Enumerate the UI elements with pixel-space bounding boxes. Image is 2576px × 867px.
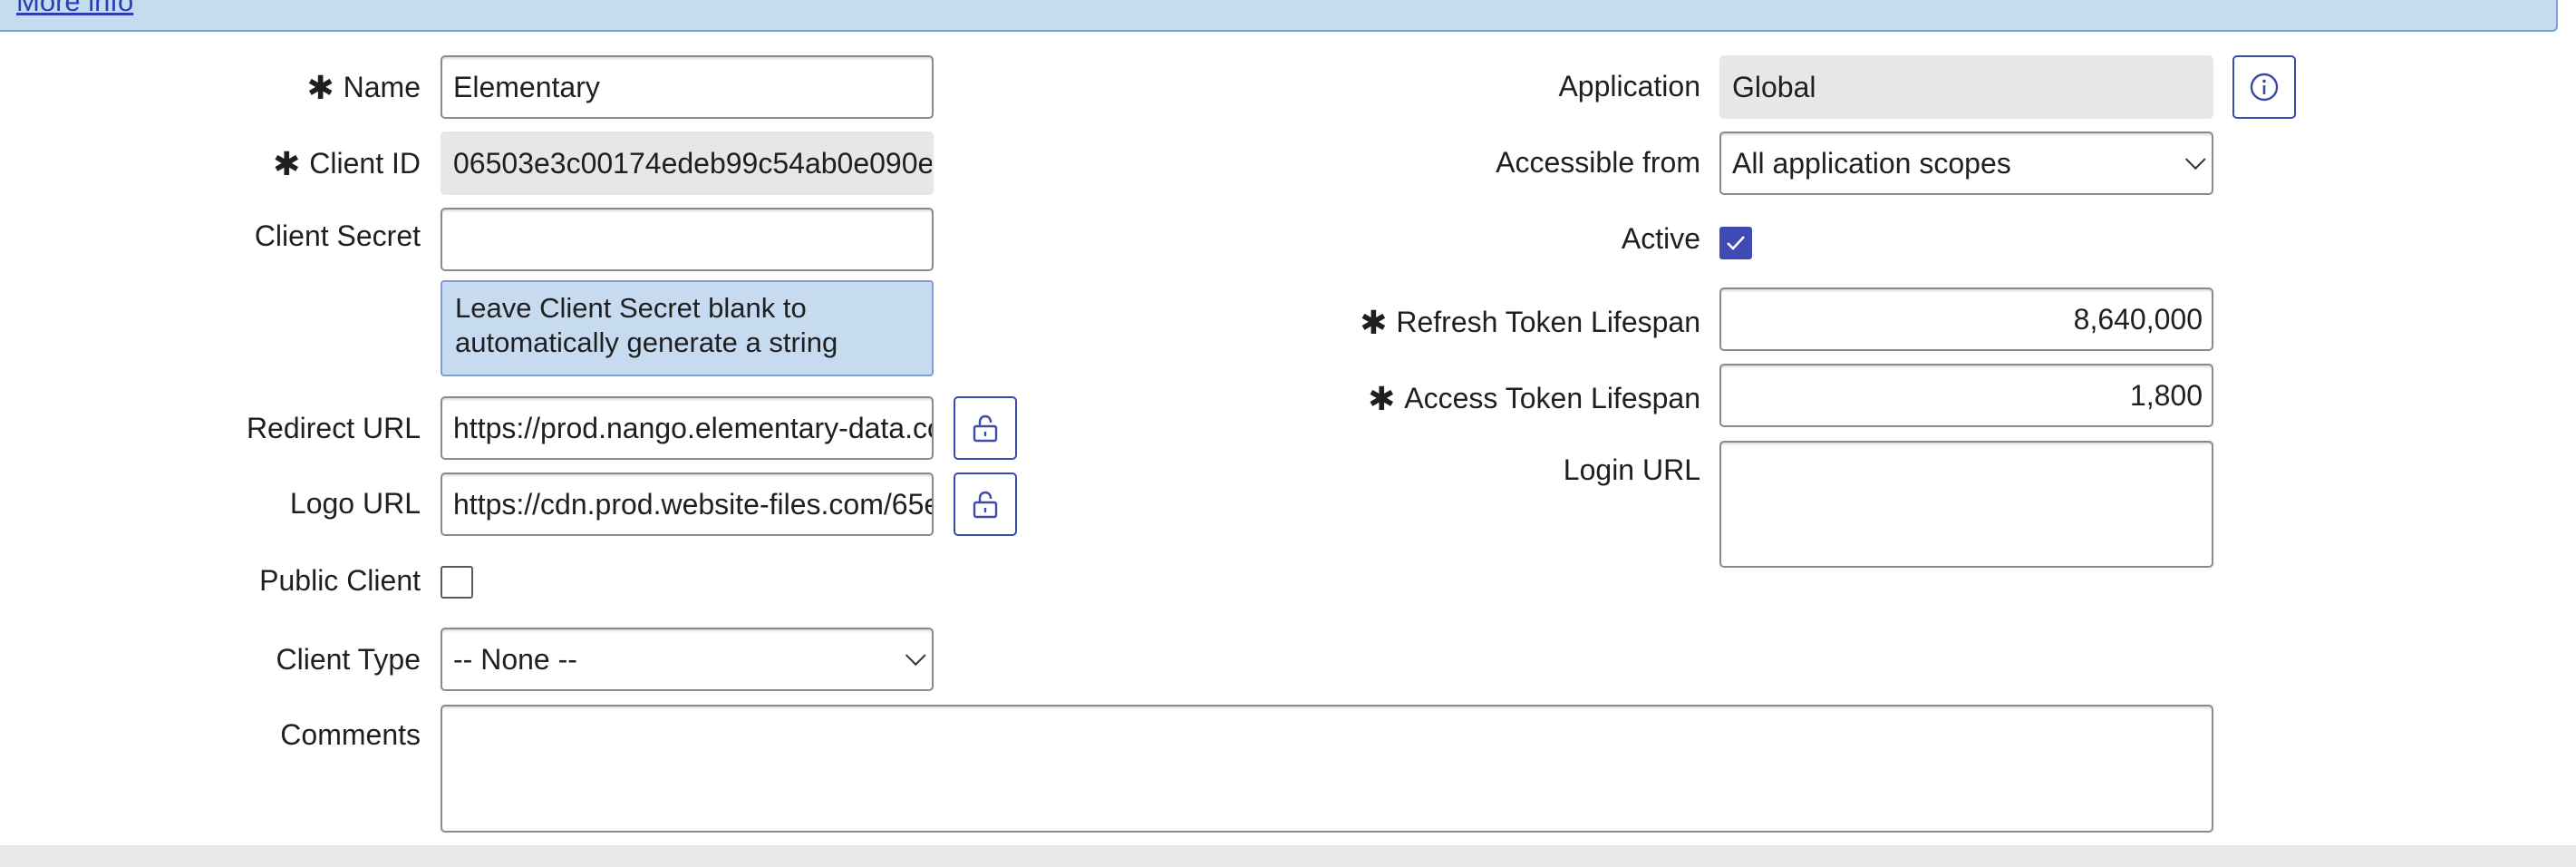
access-token-lifespan-field[interactable]: 1,800 (1719, 364, 2213, 427)
application-label: Application (1558, 70, 1700, 102)
accessible-from-select[interactable]: All application scopes (1719, 132, 2213, 195)
login-url-label: Login URL (1563, 453, 1700, 486)
unlock-icon (973, 491, 998, 519)
comments-field[interactable] (441, 705, 2213, 833)
logo-url-label: Logo URL (289, 487, 421, 520)
redirect-url-label: Redirect URL (246, 412, 421, 444)
public-client-label: Public Client (259, 564, 421, 597)
client-id-field: 06503e3c00174edeb99c54ab0e090e (441, 132, 934, 195)
client-secret-field[interactable] (441, 208, 934, 271)
client-type-select[interactable]: -- None -- (441, 628, 934, 691)
active-checkbox[interactable] (1719, 227, 1752, 259)
asterisk-icon: ✱ (306, 69, 334, 106)
logo-url-field[interactable]: https://cdn.prod.website-files.com/65e (441, 472, 934, 536)
accessible-from-label: Accessible from (1496, 146, 1700, 179)
logo-url-unlock-button[interactable] (954, 472, 1017, 536)
unlock-icon (973, 414, 998, 443)
more-info-link[interactable]: More info (16, 0, 133, 18)
client-type-label: Client Type (276, 643, 421, 676)
redirect-url-unlock-button[interactable] (954, 396, 1017, 460)
asterisk-icon: ✱ (1368, 380, 1396, 417)
accessible-from-value: All application scopes (1732, 146, 2011, 180)
chevron-down-icon (2184, 149, 2206, 170)
public-client-checkbox[interactable] (441, 566, 473, 599)
redirect-url-field[interactable]: https://prod.nango.elementary-data.co (441, 396, 934, 460)
chevron-down-icon (905, 645, 926, 667)
client-id-label: ✱ Client ID (273, 145, 421, 182)
asterisk-icon: ✱ (1360, 304, 1388, 341)
info-banner: More info (0, 0, 2558, 32)
client-secret-label: Client Secret (254, 219, 421, 252)
application-info-button[interactable] (2232, 55, 2296, 119)
footer-bar (0, 845, 2576, 867)
client-secret-hint: Leave Client Secret blank to automatical… (441, 280, 934, 376)
info-icon (2250, 73, 2279, 102)
login-url-field[interactable] (1719, 441, 2213, 568)
comments-label: Comments (280, 718, 421, 751)
client-type-value: -- None -- (453, 642, 577, 676)
name-field[interactable]: Elementary (441, 55, 934, 119)
access-token-lifespan-label: ✱ Access Token Lifespan (1368, 380, 1700, 417)
refresh-token-lifespan-field[interactable]: 8,640,000 (1719, 287, 2213, 351)
checkmark-icon (1727, 236, 1745, 250)
name-label: ✱ Name (306, 69, 421, 106)
asterisk-icon: ✱ (273, 145, 301, 182)
application-field: Global (1719, 55, 2213, 119)
active-label: Active (1621, 222, 1700, 255)
refresh-token-lifespan-label: ✱ Refresh Token Lifespan (1360, 304, 1700, 341)
